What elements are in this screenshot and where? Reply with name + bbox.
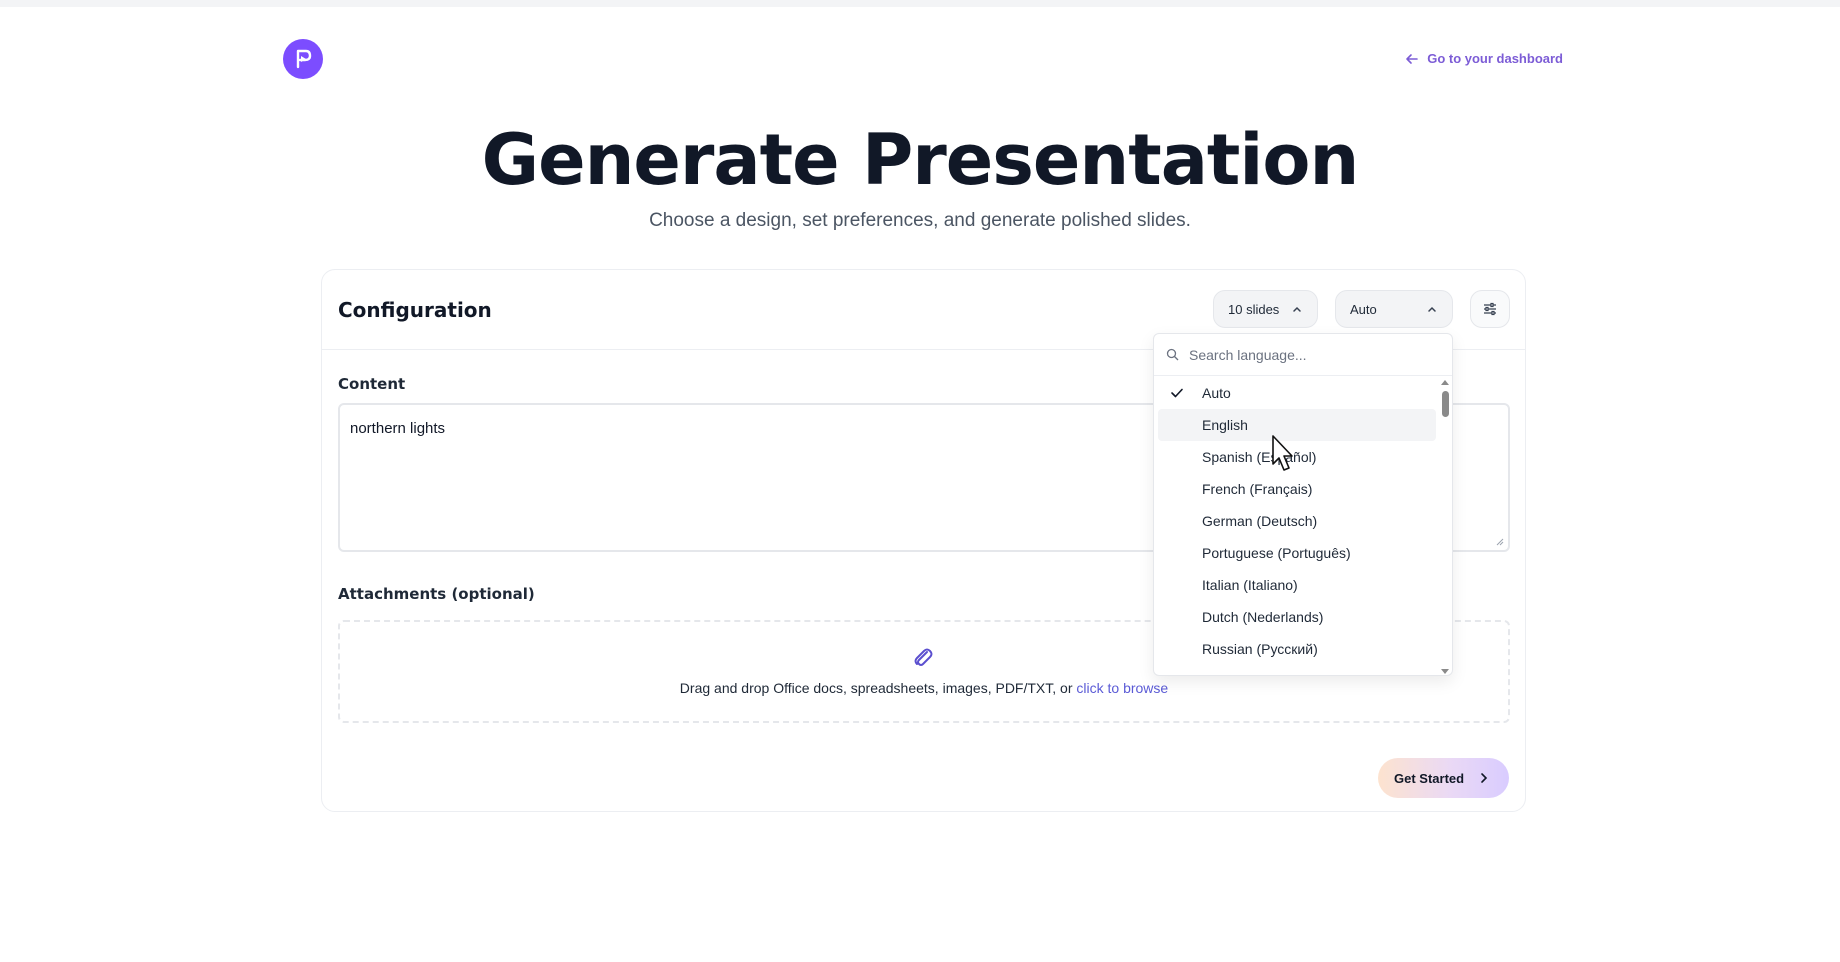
scroll-down-icon[interactable] — [1441, 669, 1449, 674]
language-option-russian[interactable]: Russian (Русский) — [1158, 633, 1436, 665]
language-option-label: English — [1202, 417, 1248, 433]
presentation-logo-icon[interactable] — [283, 39, 323, 79]
paperclip-icon — [914, 648, 933, 666]
language-option-portuguese[interactable]: Portuguese (Português) — [1158, 537, 1436, 569]
page-title: Generate Presentation — [481, 119, 1360, 201]
chevron-up-icon — [1293, 306, 1301, 312]
language-option-label: Italian (Italiano) — [1202, 577, 1298, 593]
scrollbar-thumb[interactable] — [1442, 391, 1449, 417]
dropdown-scrollbar[interactable] — [1438, 377, 1452, 675]
language-options: Auto English Spanish (Español) French (F… — [1154, 377, 1440, 665]
language-option-label: Dutch (Nederlands) — [1202, 609, 1324, 625]
language-option-german[interactable]: German (Deutsch) — [1158, 505, 1436, 537]
language-option-label: German (Deutsch) — [1202, 513, 1318, 529]
get-started-label: Get Started — [1394, 770, 1465, 786]
language-option-auto[interactable]: Auto — [1158, 377, 1436, 409]
content-label: Content — [338, 375, 406, 393]
language-option-label: Russian (Русский) — [1202, 641, 1318, 657]
check-icon — [1171, 388, 1183, 398]
language-option-italian[interactable]: Italian (Italiano) — [1158, 569, 1436, 601]
chevron-right-icon — [1481, 773, 1488, 783]
dropzone-instructions: Drag and drop Office docs, spreadsheets,… — [679, 680, 1077, 696]
resize-handle-icon[interactable] — [1496, 538, 1504, 546]
scroll-up-icon[interactable] — [1441, 380, 1449, 385]
configuration-title: Configuration — [338, 298, 492, 322]
slide-count-select[interactable]: 10 slides — [1213, 290, 1318, 328]
attachments-label: Attachments (optional) — [338, 585, 535, 603]
get-started-button[interactable]: Get Started — [1378, 758, 1509, 798]
content-value: northern lights — [350, 420, 446, 437]
settings-button[interactable] — [1470, 290, 1510, 328]
page-subtitle: Choose a design, set preferences, and ge… — [649, 210, 1191, 231]
go-to-dashboard-link[interactable]: Go to your dashboard — [1405, 51, 1563, 66]
slide-count-value: 10 slides — [1228, 301, 1280, 317]
sliders-icon — [1484, 302, 1496, 316]
language-option-label: Auto — [1202, 385, 1231, 401]
dashboard-link-label: Go to your dashboard — [1427, 51, 1563, 66]
browse-link[interactable]: click to browse — [1076, 680, 1168, 696]
language-option-french[interactable]: French (Français) — [1158, 473, 1436, 505]
language-option-label: Portuguese (Português) — [1202, 545, 1351, 561]
mouse-cursor-icon — [1272, 435, 1293, 471]
chevron-up-icon — [1428, 306, 1436, 312]
language-dropdown: Search language... Auto English Spanish … — [1153, 333, 1453, 676]
language-search-placeholder: Search language... — [1189, 346, 1307, 363]
dropzone-text: Drag and drop Office docs, spreadsheets,… — [340, 680, 1508, 696]
language-select[interactable]: Auto — [1335, 290, 1453, 328]
language-option-dutch[interactable]: Dutch (Nederlands) — [1158, 601, 1436, 633]
language-value: Auto — [1350, 301, 1377, 317]
language-search[interactable]: Search language... — [1154, 334, 1452, 376]
language-option-spanish[interactable]: Spanish (Español) — [1158, 441, 1436, 473]
search-icon — [1166, 348, 1179, 361]
arrow-left-icon — [1406, 53, 1419, 64]
language-option-label: Spanish (Español) — [1202, 449, 1317, 465]
language-option-english[interactable]: English — [1158, 409, 1436, 441]
language-option-label: French (Français) — [1202, 481, 1313, 497]
top-strip — [0, 0, 1840, 7]
